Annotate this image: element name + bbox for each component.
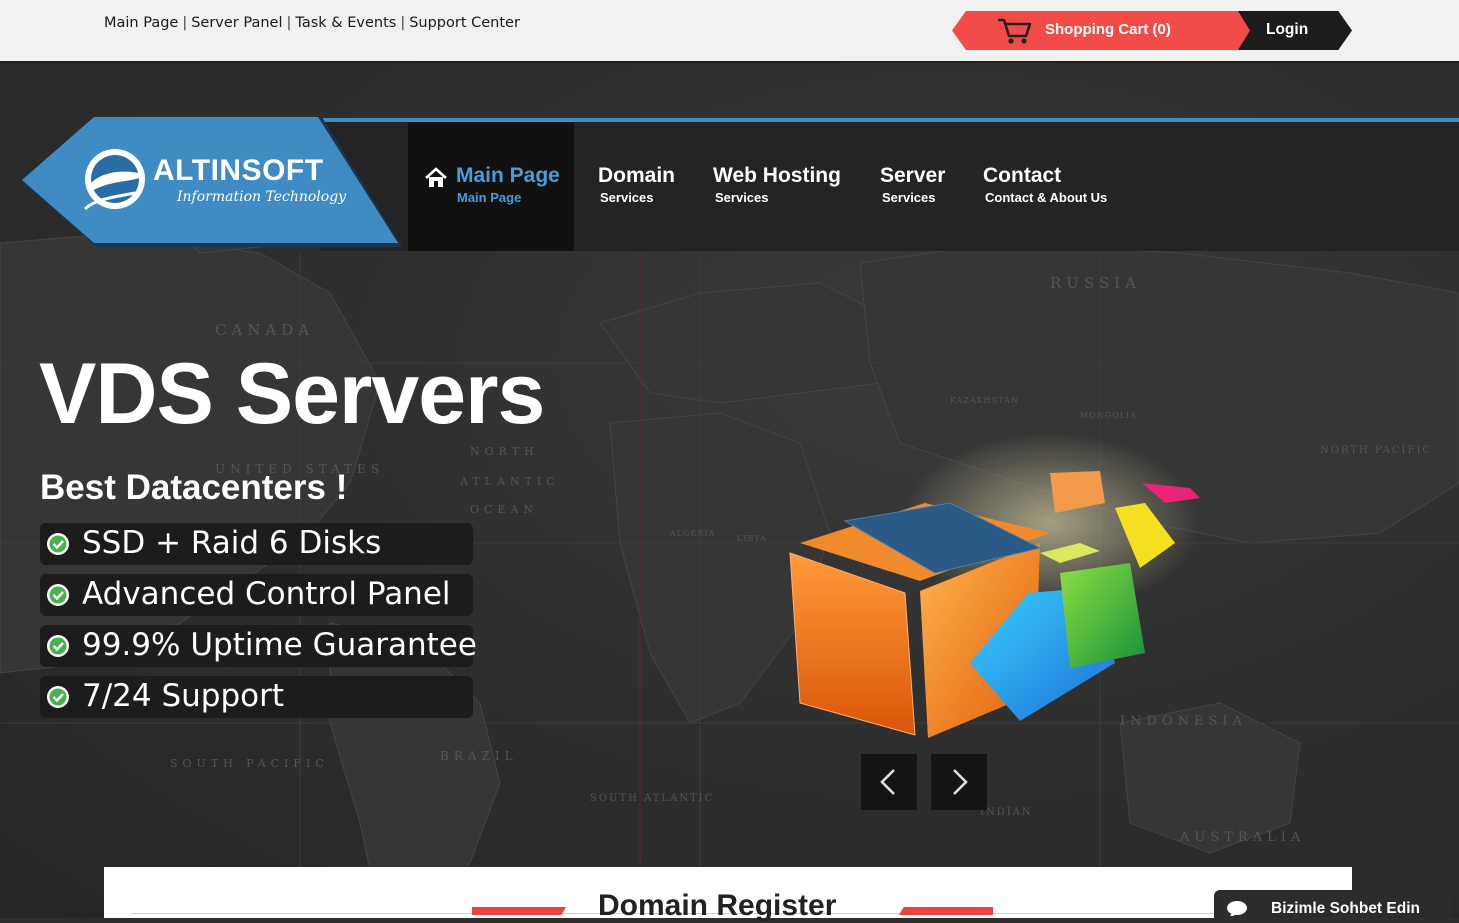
accent-bar-left <box>472 907 566 915</box>
top-bar: Main Page | Server Panel | Task & Events | Sup… <box>0 0 1459 63</box>
map-label: NORTH <box>470 445 539 458</box>
nav-web-hosting-title: Web Hosting <box>713 164 841 187</box>
logo-name: ALTINSOFT <box>153 154 324 187</box>
chevron-left-icon <box>880 769 895 795</box>
slider-prev-button[interactable] <box>861 754 917 810</box>
map-label: LIBYA <box>737 534 767 543</box>
top-links: Main Page | Server Panel | Task & Events | Sup… <box>104 15 520 31</box>
nav-server-title: Server <box>880 164 946 187</box>
top-link-support-center[interactable]: Support Center <box>409 15 520 31</box>
separator: | <box>286 15 292 31</box>
hero-title: VDS Servers <box>39 346 545 442</box>
feature-item: Advanced Control Panel <box>40 574 473 616</box>
nav-server-sub: Services <box>882 190 936 205</box>
hero-subtitle: Best Datacenters ! <box>40 468 348 507</box>
feature-label: 99.9% Uptime Guarantee <box>82 627 477 663</box>
nav-contact-title: Contact <box>983 164 1062 187</box>
nav-contact[interactable]: Contact Contact & About Us <box>983 122 1113 251</box>
map-label: SOUTH PACIFIC <box>170 757 329 770</box>
live-chat-button[interactable]: Bizimle Sohbet Edin <box>1214 890 1451 918</box>
map-label: BRAZIL <box>440 749 518 763</box>
feature-item: 7/24 Support <box>40 676 473 718</box>
slider-next-button[interactable] <box>931 754 987 810</box>
check-circle-icon <box>47 533 69 555</box>
map-label: INDIAN <box>980 807 1033 818</box>
nav-main-page[interactable]: Main Page Main Page <box>408 122 574 251</box>
nav-server[interactable]: Server Services <box>880 122 960 251</box>
nav-domain[interactable]: Domain Services <box>598 122 688 251</box>
feature-item: 99.9% Uptime Guarantee <box>40 625 477 667</box>
nav-main-page-sub: Main Page <box>457 190 522 205</box>
home-icon <box>425 167 447 187</box>
feature-label: SSD + Raid 6 Disks <box>82 525 382 561</box>
logo-tagline: Information Technology <box>177 189 347 205</box>
top-link-server-panel[interactable]: Server Panel <box>191 15 282 31</box>
map-label: ATLANTIC <box>459 475 560 488</box>
feature-item: SSD + Raid 6 Disks <box>40 523 473 565</box>
map-label: OCEAN <box>470 503 538 516</box>
shopping-cart-button[interactable]: Shopping Cart (0) <box>952 11 1258 50</box>
accent-bar-right <box>899 907 993 915</box>
login-button[interactable]: Login <box>1238 11 1352 50</box>
chevron-right-icon <box>953 769 968 795</box>
nav-main-page-title: Main Page <box>456 164 560 187</box>
separator: | <box>400 15 406 31</box>
separator: | <box>182 15 188 31</box>
map-label: SOUTH ATLANTIC <box>590 793 714 804</box>
cube-illustration <box>789 433 1200 738</box>
feature-label: Advanced Control Panel <box>82 576 451 612</box>
map-label: CANADA <box>215 321 314 339</box>
top-link-task-events[interactable]: Task & Events <box>295 15 396 31</box>
feature-label: 7/24 Support <box>82 678 285 714</box>
map-label: RUSSIA <box>1050 274 1141 292</box>
check-circle-icon <box>47 686 69 708</box>
map-label: AUSTRALIA <box>1179 830 1305 845</box>
login-label: Login <box>1266 21 1309 38</box>
domain-register-panel: Domain Register <box>104 867 1352 922</box>
nav-web-hosting-sub: Services <box>715 190 769 205</box>
shopping-cart-label: Shopping Cart (0) <box>1045 21 1171 38</box>
nav-domain-title: Domain <box>598 164 676 187</box>
nav-contact-sub: Contact & About Us <box>985 190 1108 205</box>
shopping-cart-icon <box>998 18 1032 44</box>
map-label: NORTH PACIFIC <box>1320 445 1432 456</box>
nav-web-hosting[interactable]: Web Hosting Services <box>713 122 853 251</box>
check-circle-icon <box>47 584 69 606</box>
top-link-main-page[interactable]: Main Page <box>104 15 178 31</box>
nav-domain-sub: Services <box>600 190 654 205</box>
chat-bubble-icon <box>1227 901 1247 916</box>
map-label: ALGERIA <box>669 529 715 538</box>
check-circle-icon <box>47 635 69 657</box>
hero-section: RUSSIA CANADA UNITED STATES NORTH ATLANT… <box>0 63 1459 918</box>
live-chat-label: Bizimle Sohbet Edin <box>1271 900 1420 917</box>
